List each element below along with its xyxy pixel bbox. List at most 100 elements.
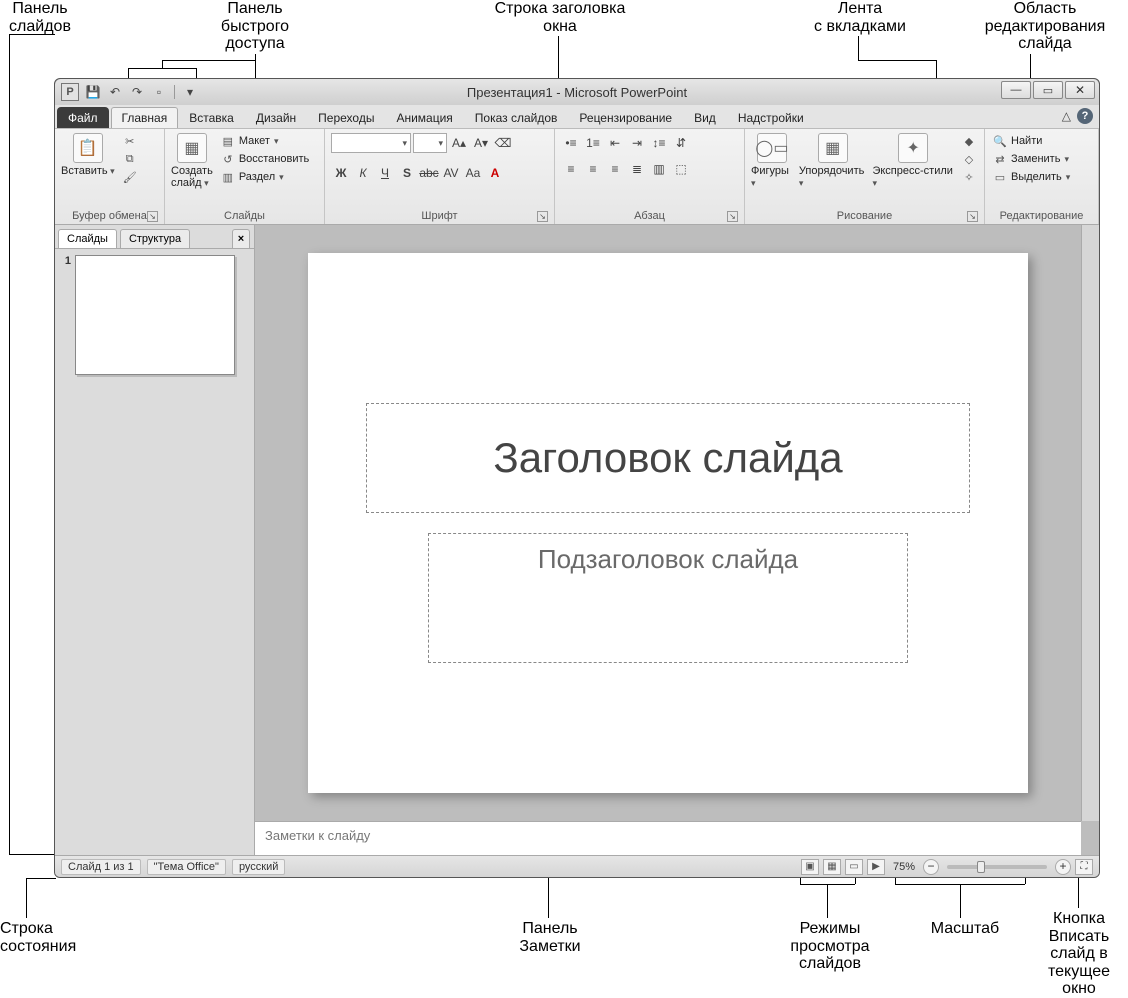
tab-addins[interactable]: Надстройки: [727, 107, 815, 128]
maximize-button[interactable]: ▭: [1033, 81, 1063, 99]
thumbnails-area[interactable]: 1: [55, 249, 254, 855]
copy-button[interactable]: ⧉: [121, 151, 139, 167]
replace-icon: ⇄: [993, 152, 1007, 166]
panel-tab-slides[interactable]: Слайды: [58, 229, 117, 248]
paste-button[interactable]: 📋 Вставить: [61, 133, 115, 177]
align-right-icon[interactable]: ≡: [605, 159, 625, 179]
font-size-combo[interactable]: [413, 133, 447, 153]
tab-slideshow[interactable]: Показ слайдов: [464, 107, 569, 128]
font-color-button[interactable]: A: [485, 163, 505, 183]
dialog-launcher-icon[interactable]: ↘: [727, 211, 738, 222]
tab-animation[interactable]: Анимация: [385, 107, 463, 128]
redo-icon[interactable]: ↷: [127, 83, 147, 101]
tab-file[interactable]: Файл: [57, 107, 109, 128]
dialog-launcher-icon[interactable]: ↘: [147, 211, 158, 222]
quick-styles-button[interactable]: ✦Экспресс-стили: [872, 133, 954, 189]
status-theme[interactable]: "Тема Office": [147, 859, 226, 875]
layout-button[interactable]: ▤Макет: [219, 133, 311, 149]
shapes-button[interactable]: ◯▭Фигуры: [751, 133, 793, 189]
format-painter-button[interactable]: 🖌: [121, 169, 139, 185]
reset-button[interactable]: ↺Восстановить: [219, 151, 311, 167]
group-paragraph: •≡ 1≡ ⇤ ⇥ ↕≡ ⇵ ≡ ≡ ≡ ≣ ▥ ⬚: [555, 129, 745, 224]
notes-placeholder-text: Заметки к слайду: [255, 822, 1081, 849]
replace-button[interactable]: ⇄Заменить: [991, 151, 1072, 167]
bullets-icon[interactable]: •≡: [561, 133, 581, 153]
bold-button[interactable]: Ж: [331, 163, 351, 183]
align-center-icon[interactable]: ≡: [583, 159, 603, 179]
numbering-icon[interactable]: 1≡: [583, 133, 603, 153]
zoom-in-button[interactable]: +: [1055, 859, 1071, 875]
vertical-scrollbar[interactable]: [1081, 225, 1099, 821]
italic-button[interactable]: К: [353, 163, 373, 183]
tab-insert[interactable]: Вставка: [178, 107, 245, 128]
view-slideshow-icon[interactable]: ▶: [867, 859, 885, 875]
smartart-icon[interactable]: ⬚: [671, 159, 691, 179]
tab-view[interactable]: Вид: [683, 107, 727, 128]
fill-icon: ◆: [962, 134, 976, 148]
save-icon[interactable]: 💾: [83, 83, 103, 101]
shrink-font-icon[interactable]: A▾: [471, 133, 491, 153]
font-family-combo[interactable]: [331, 133, 411, 153]
help-icon[interactable]: ?: [1077, 108, 1093, 124]
shape-outline-button[interactable]: ◇: [960, 151, 978, 167]
status-language[interactable]: русский: [232, 859, 285, 875]
app-icon[interactable]: P: [61, 83, 79, 101]
qat-extra-icon[interactable]: ▫: [149, 83, 169, 101]
change-case-button[interactable]: Aa: [463, 163, 483, 183]
tab-review[interactable]: Рецензирование: [568, 107, 683, 128]
cut-button[interactable]: ✂: [121, 133, 139, 149]
line: [558, 36, 559, 78]
zoom-out-button[interactable]: −: [923, 859, 939, 875]
minimize-ribbon-icon[interactable]: △: [1062, 109, 1071, 123]
new-slide-button[interactable]: ▦ Создать слайд: [171, 133, 213, 189]
status-slide-count[interactable]: Слайд 1 из 1: [61, 859, 141, 875]
notes-panel[interactable]: Заметки к слайду: [255, 821, 1081, 855]
view-reading-icon[interactable]: ▭: [845, 859, 863, 875]
slide-edit-area[interactable]: Заголовок слайда Подзаголовок слайда: [255, 225, 1081, 821]
indent-inc-icon[interactable]: ⇥: [627, 133, 647, 153]
line: [9, 854, 55, 855]
dialog-launcher-icon[interactable]: ↘: [967, 211, 978, 222]
qat-customize-icon[interactable]: ▾: [180, 83, 200, 101]
view-sorter-icon[interactable]: ▦: [823, 859, 841, 875]
tab-transitions[interactable]: Переходы: [307, 107, 385, 128]
select-button[interactable]: ▭Выделить: [991, 169, 1072, 185]
select-icon: ▭: [993, 170, 1007, 184]
grow-font-icon[interactable]: A▴: [449, 133, 469, 153]
callout-fit-button: Кнопка Вписать слайд в текущее окно: [1030, 910, 1128, 998]
line: [26, 878, 56, 879]
undo-icon[interactable]: ↶: [105, 83, 125, 101]
indent-dec-icon[interactable]: ⇤: [605, 133, 625, 153]
find-button[interactable]: 🔍Найти: [991, 133, 1072, 149]
zoom-slider-thumb[interactable]: [977, 861, 985, 873]
panel-close-button[interactable]: ×: [232, 229, 250, 248]
tab-home[interactable]: Главная: [111, 107, 179, 128]
shape-fill-button[interactable]: ◆: [960, 133, 978, 149]
align-left-icon[interactable]: ≡: [561, 159, 581, 179]
dialog-launcher-icon[interactable]: ↘: [537, 211, 548, 222]
line-spacing-icon[interactable]: ↕≡: [649, 133, 669, 153]
panel-tab-outline[interactable]: Структура: [120, 229, 190, 248]
char-spacing-button[interactable]: AV: [441, 163, 461, 183]
clear-format-icon[interactable]: ⌫: [493, 133, 513, 153]
view-normal-icon[interactable]: ▣: [801, 859, 819, 875]
justify-icon[interactable]: ≣: [627, 159, 647, 179]
arrange-button[interactable]: ▦Упорядочить: [799, 133, 867, 189]
close-button[interactable]: ✕: [1065, 81, 1095, 99]
text-direction-icon[interactable]: ⇵: [671, 133, 691, 153]
underline-button[interactable]: Ч: [375, 163, 395, 183]
callout-status-bar: Строка состояния: [0, 920, 100, 955]
callout-view-modes: Режимы просмотра слайдов: [775, 920, 885, 973]
zoom-slider[interactable]: [947, 865, 1047, 869]
slide-thumbnail[interactable]: 1: [61, 255, 248, 375]
subtitle-placeholder[interactable]: Подзаголовок слайда: [428, 533, 908, 663]
section-button[interactable]: ▥Раздел: [219, 169, 311, 185]
shape-effects-button[interactable]: ✧: [960, 169, 978, 185]
shadow-button[interactable]: S: [397, 163, 417, 183]
strike-button[interactable]: abc: [419, 163, 439, 183]
title-placeholder[interactable]: Заголовок слайда: [366, 403, 970, 513]
columns-icon[interactable]: ▥: [649, 159, 669, 179]
fit-to-window-button[interactable]: ⛶: [1075, 859, 1093, 875]
tab-design[interactable]: Дизайн: [245, 107, 307, 128]
minimize-button[interactable]: ―: [1001, 81, 1031, 99]
